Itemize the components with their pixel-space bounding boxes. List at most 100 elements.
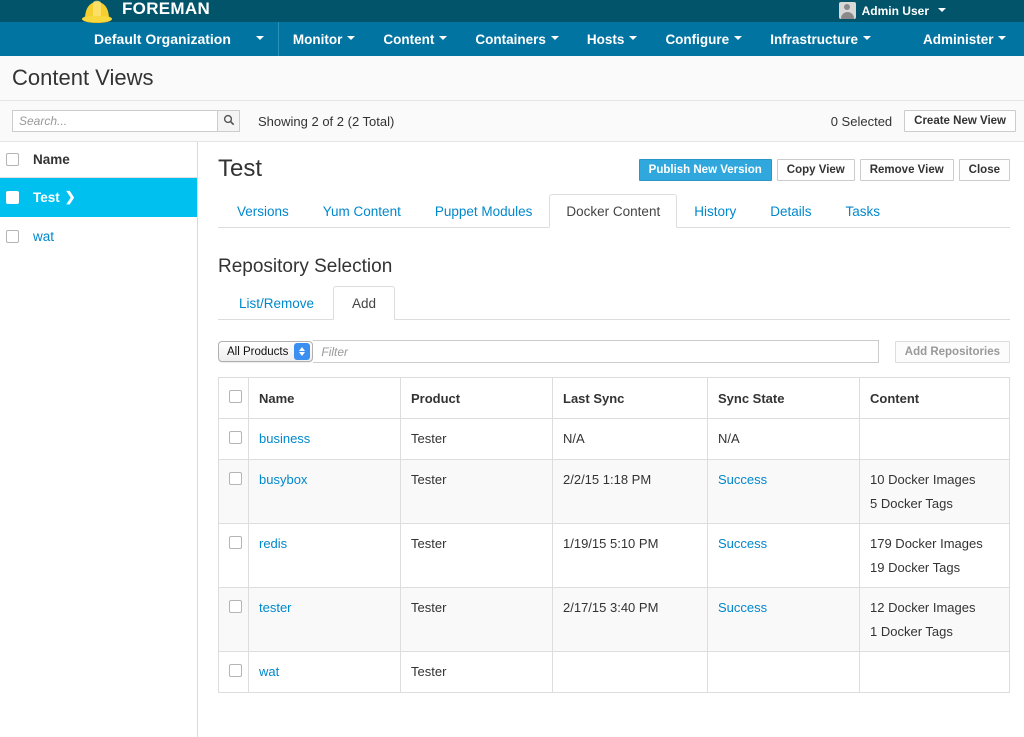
- sidebar-item-test[interactable]: Test ❯: [0, 178, 197, 217]
- cell-content: [859, 418, 1010, 460]
- nav-item-administer[interactable]: Administer: [909, 22, 1021, 56]
- row-checkbox-cell: [218, 651, 249, 693]
- column-header-content[interactable]: Content: [859, 377, 1010, 419]
- cell-content: 10 Docker Images 5 Docker Tags: [859, 459, 1010, 524]
- nav-item-label: Infrastructure: [770, 31, 858, 47]
- copy-view-button[interactable]: Copy View: [776, 159, 855, 181]
- selected-count: 0 Selected: [830, 113, 893, 129]
- search-input[interactable]: [12, 110, 217, 132]
- cell-product: Tester: [400, 651, 553, 693]
- column-header-product[interactable]: Product: [400, 377, 553, 419]
- tab-puppet-modules[interactable]: Puppet Modules: [418, 194, 550, 228]
- repository-link[interactable]: business: [259, 431, 310, 446]
- repository-link[interactable]: busybox: [259, 472, 307, 487]
- repository-selection-title: Repository Selection: [218, 256, 393, 277]
- tab-details[interactable]: Details: [753, 194, 828, 228]
- row-checkbox[interactable]: [6, 190, 19, 204]
- cell-product: Tester: [400, 587, 553, 652]
- cell-last-sync: [552, 651, 708, 693]
- tab-yum-content[interactable]: Yum Content: [306, 194, 418, 228]
- add-repositories-button[interactable]: Add Repositories: [894, 340, 1010, 363]
- cell-sync-state: Success: [707, 459, 860, 524]
- list-toolbar: Showing 2 of 2 (2 Total) 0 Selected Crea…: [0, 101, 1024, 142]
- sidebar-header-row: Name: [0, 142, 197, 178]
- nav-item-content[interactable]: Content: [369, 22, 461, 56]
- nav-item-containers[interactable]: Containers: [461, 22, 573, 56]
- cell-product: Tester: [400, 459, 553, 524]
- table-row: business Tester N/A N/A: [218, 418, 1010, 460]
- row-checkbox[interactable]: [229, 664, 242, 677]
- row-checkbox[interactable]: [229, 431, 242, 444]
- nav-item-label: Administer: [922, 31, 994, 47]
- cell-last-sync: 2/17/15 3:40 PM: [552, 587, 708, 652]
- content-line: 12 Docker Images: [870, 600, 976, 615]
- repository-link[interactable]: redis: [259, 536, 287, 551]
- user-menu[interactable]: Admin User: [838, 2, 946, 19]
- repository-link[interactable]: wat: [259, 664, 279, 679]
- cell-name: redis: [248, 523, 401, 588]
- create-new-view-button[interactable]: Create New View: [904, 110, 1016, 132]
- repository-link[interactable]: tester: [259, 600, 292, 615]
- column-header-sync-state[interactable]: Sync State: [707, 377, 860, 419]
- main-navigation: Default Organization Monitor Content Con…: [0, 22, 1024, 56]
- nav-item-label: Hosts: [586, 31, 625, 47]
- nav-item-label: Containers: [475, 31, 546, 47]
- close-button[interactable]: Close: [958, 159, 1010, 181]
- row-checkbox[interactable]: [229, 536, 242, 549]
- cell-content: [859, 651, 1010, 693]
- detail-header: Test Publish New Version Copy View Remov…: [218, 156, 1010, 182]
- sidebar-item-label: wat: [33, 228, 55, 244]
- column-header-name[interactable]: Name: [248, 377, 401, 419]
- nav-item-label: Configure: [665, 31, 730, 47]
- cell-name: wat: [248, 651, 401, 693]
- sync-state-link[interactable]: Success: [718, 536, 767, 551]
- product-select[interactable]: All Products: [218, 341, 314, 362]
- sidebar-item-wat[interactable]: wat: [0, 217, 197, 256]
- content-view-detail-panel: Test Publish New Version Copy View Remov…: [198, 142, 1024, 737]
- brand-name: FOREMAN: [122, 0, 211, 18]
- select-all-repositories-checkbox[interactable]: [229, 390, 242, 403]
- filter-right-group: Add Repositories: [894, 340, 1010, 363]
- table-row: busybox Tester 2/2/15 1:18 PM Success 10…: [218, 459, 1010, 524]
- nav-item-monitor[interactable]: Monitor: [279, 22, 370, 56]
- sync-state-link[interactable]: Success: [718, 600, 767, 615]
- search-button[interactable]: [217, 110, 240, 132]
- hardhat-icon: [80, 0, 114, 24]
- nav-item-configure[interactable]: Configure: [651, 22, 756, 56]
- stepper-icon: [294, 343, 311, 360]
- row-checkbox[interactable]: [229, 472, 242, 485]
- tab-docker-content[interactable]: Docker Content: [549, 194, 678, 228]
- sync-state-link[interactable]: Success: [718, 472, 767, 487]
- chevron-right-icon: ❯: [64, 189, 76, 204]
- caret-down-icon: [255, 36, 264, 40]
- remove-view-button[interactable]: Remove View: [859, 159, 954, 181]
- row-checkbox-cell: [218, 418, 249, 460]
- tab-history[interactable]: History: [677, 194, 753, 228]
- page-header: Content Views: [0, 56, 1024, 101]
- nav-organization-selector[interactable]: Default Organization: [80, 22, 279, 56]
- publish-new-version-button[interactable]: Publish New Version: [638, 159, 772, 181]
- user-name: Admin User: [861, 3, 929, 18]
- subtab-list-remove[interactable]: List/Remove: [220, 286, 333, 320]
- content-line: 5 Docker Tags: [870, 496, 953, 511]
- row-checkbox[interactable]: [6, 229, 19, 243]
- tab-versions[interactable]: Versions: [220, 194, 306, 228]
- brand-logo[interactable]: FOREMAN: [80, 0, 211, 24]
- content-view-sidebar: Name Test ❯ wat: [0, 142, 198, 737]
- cell-last-sync: 1/19/15 5:10 PM: [552, 523, 708, 588]
- sidebar-header-label: Name: [33, 152, 70, 167]
- row-checkbox[interactable]: [229, 600, 242, 613]
- tab-tasks[interactable]: Tasks: [828, 194, 897, 228]
- detail-actions: Publish New Version Copy View Remove Vie…: [638, 156, 1010, 181]
- filter-input[interactable]: [313, 340, 879, 363]
- nav-item-hosts[interactable]: Hosts: [573, 22, 652, 56]
- column-header-last-sync[interactable]: Last Sync: [552, 377, 708, 419]
- subtab-add[interactable]: Add: [333, 286, 396, 320]
- caret-down-icon: [938, 7, 946, 12]
- caret-down-icon: [550, 36, 559, 40]
- body-split: Name Test ❯ wat Test Publish New Version…: [0, 142, 1024, 737]
- search-icon: [223, 114, 235, 129]
- nav-item-infrastructure[interactable]: Infrastructure: [756, 22, 885, 56]
- select-all-checkbox[interactable]: [6, 153, 19, 166]
- repository-subtabs: List/Remove Add: [218, 286, 1010, 320]
